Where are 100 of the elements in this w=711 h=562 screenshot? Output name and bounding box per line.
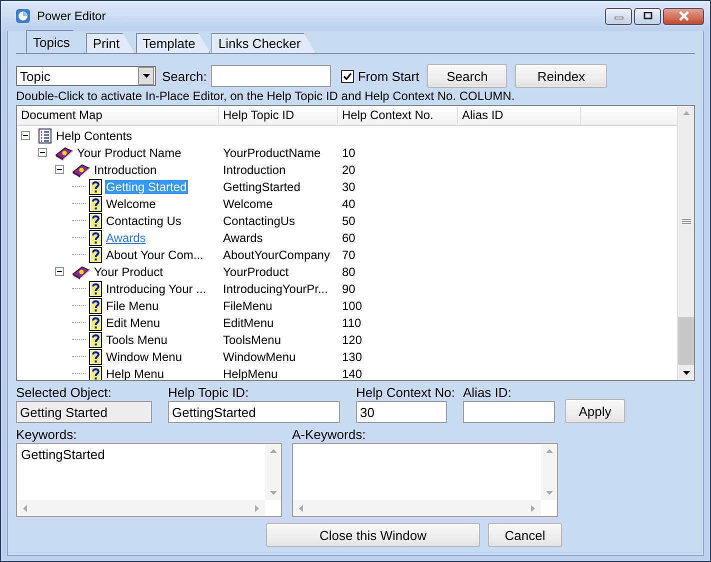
collapse-icon[interactable] — [21, 131, 30, 140]
table-cell: 90 — [342, 282, 356, 296]
app-icon — [15, 8, 31, 24]
dialog-button[interactable]: Close this Window — [266, 523, 480, 547]
column-header[interactable]: Alias ID — [458, 106, 581, 125]
help-topic-icon — [89, 314, 102, 330]
topic-dropdown[interactable]: Topic — [16, 66, 156, 86]
table-cell: ContactingUs — [223, 214, 296, 228]
tree-item[interactable]: Your Product Name — [76, 146, 182, 160]
scroll-left-icon[interactable] — [299, 504, 303, 512]
table-cell: AboutYourCompany — [223, 248, 330, 262]
table-cell: 60 — [342, 230, 356, 244]
tab[interactable]: Template — [136, 33, 210, 53]
table-cell: EditMenu — [223, 316, 274, 330]
table-cell: 100 — [342, 298, 362, 312]
tab[interactable]: Print — [86, 33, 135, 53]
tree-item[interactable]: Welcome — [105, 196, 157, 210]
input-field[interactable] — [463, 401, 555, 423]
minimize-button[interactable] — [605, 8, 632, 24]
search-label: Search: — [162, 68, 207, 84]
field-label: Help Context No: — [356, 385, 455, 400]
help-topic-icon — [89, 332, 102, 348]
tree-item[interactable]: Awards — [105, 230, 147, 244]
tree-item[interactable]: File Menu — [105, 298, 160, 312]
tree-item[interactable]: Tools Menu — [105, 332, 168, 346]
apply-button[interactable]: Apply — [565, 399, 625, 423]
table-cell: IntroducingYourPr... — [223, 282, 328, 296]
tree-item[interactable]: Introduction — [93, 162, 158, 176]
collapse-icon[interactable] — [55, 267, 64, 276]
tree-item[interactable]: Edit Menu — [105, 316, 162, 330]
table-cell: YourProduct — [223, 264, 289, 278]
search-field[interactable] — [210, 65, 331, 87]
table-cell: 20 — [342, 162, 356, 176]
table-cell: 40 — [342, 196, 356, 210]
table-cell: 140 — [342, 366, 362, 380]
tree-item[interactable]: Help Menu — [105, 366, 166, 380]
scroll-up-icon[interactable] — [270, 449, 276, 453]
table-cell: 10 — [342, 146, 356, 160]
maximize-button[interactable] — [634, 8, 661, 24]
window-title: Power Editor — [37, 9, 106, 23]
field-label: A-Keywords: — [292, 427, 367, 442]
scroll-right-icon[interactable] — [531, 504, 535, 512]
hint-text: Double-Click to activate In-Place Editor, on the Help Topic ID and Help Context No. COLUMN. — [16, 89, 516, 103]
field-label: Keywords: — [16, 427, 78, 442]
scroll-up-icon[interactable] — [682, 111, 690, 115]
scroll-thumb[interactable] — [678, 317, 694, 365]
column-header[interactable]: Help Context No. — [338, 106, 458, 125]
help-topic-icon — [89, 246, 102, 262]
table-cell: 70 — [342, 248, 356, 262]
scroll-left-icon[interactable] — [23, 504, 27, 512]
text-area[interactable] — [292, 443, 558, 517]
table-cell: 120 — [342, 332, 362, 346]
collapse-icon[interactable] — [38, 148, 47, 157]
table-cell: Awards — [223, 230, 263, 244]
close-button[interactable] — [663, 8, 704, 24]
tree-item[interactable]: Contacting Us — [105, 214, 182, 228]
table-cell: YourProductName — [223, 146, 321, 160]
table-cell: ToolsMenu — [223, 332, 282, 346]
column-header[interactable]: Document Map — [17, 106, 219, 125]
help-topic-icon — [89, 196, 102, 212]
text-area[interactable]: GettingStarted — [16, 443, 282, 517]
book-icon — [72, 162, 90, 178]
table-cell: 130 — [342, 350, 362, 364]
tree-item[interactable]: Help Contents — [55, 128, 134, 142]
table-cell: Introduction — [223, 162, 286, 176]
scroll-right-icon[interactable] — [255, 504, 259, 512]
column-header[interactable]: Help Topic ID — [219, 106, 338, 125]
tree-item[interactable]: Window Menu — [105, 350, 184, 364]
help-topic-icon — [89, 280, 102, 296]
tree-item[interactable]: Your Product — [93, 264, 164, 278]
table-cell: HelpMenu — [223, 366, 278, 380]
checkmark-icon — [342, 72, 352, 80]
table-cell: 80 — [342, 264, 356, 278]
table-cell: 50 — [342, 214, 356, 228]
input-field[interactable]: 30 — [356, 401, 447, 423]
tree-item[interactable]: About Your Com... — [105, 248, 204, 262]
dialog-button[interactable]: Cancel — [488, 523, 562, 547]
close-icon — [678, 11, 690, 21]
grip-icon — [682, 219, 690, 224]
field-label: Help Topic ID: — [168, 385, 250, 400]
toolbar-button[interactable]: Reindex — [515, 64, 608, 88]
scrollbar[interactable] — [677, 106, 694, 380]
from-start-checkbox[interactable]: From Start — [340, 68, 420, 84]
book-icon — [55, 144, 73, 160]
input-field[interactable]: GettingStarted — [168, 401, 340, 423]
scroll-down-icon[interactable] — [682, 371, 690, 375]
toolbar-button[interactable]: Search — [427, 64, 508, 88]
table-cell: WindowMenu — [223, 350, 296, 364]
dropdown-arrow-icon — [142, 74, 150, 78]
table-cell: FileMenu — [223, 298, 272, 312]
contents-icon — [38, 128, 52, 144]
tree-item[interactable]: Introducing Your ... — [105, 282, 208, 296]
field-label: Selected Object: — [16, 385, 112, 400]
table-cell: Welcome — [223, 196, 273, 210]
tab[interactable]: Topics — [26, 30, 85, 53]
scroll-up-icon[interactable] — [546, 449, 552, 453]
collapse-icon[interactable] — [55, 165, 64, 174]
tab[interactable]: Links Checker — [211, 33, 316, 53]
table-cell: 30 — [342, 180, 356, 194]
help-topic-icon — [89, 230, 102, 246]
